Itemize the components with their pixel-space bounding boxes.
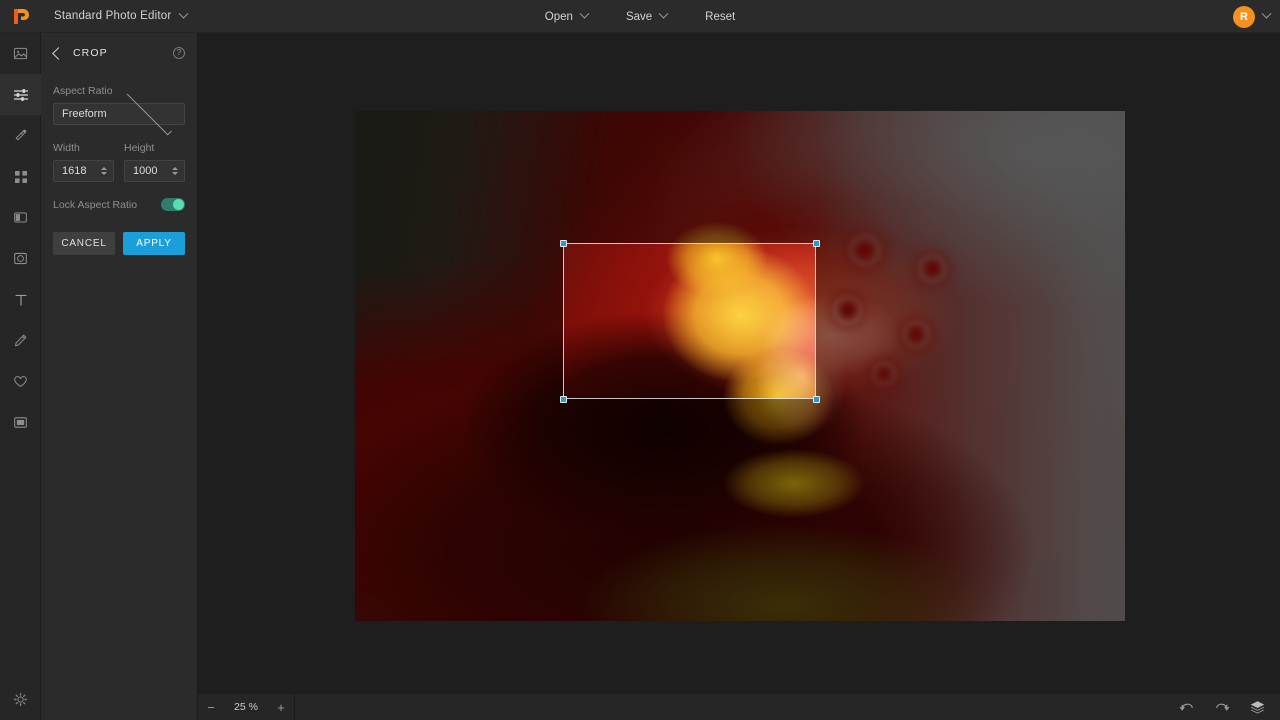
- sidebar-item-settings[interactable]: [0, 679, 41, 720]
- crop-shade-top: [355, 111, 1125, 243]
- pencil-icon: [13, 333, 28, 348]
- crop-rectangle[interactable]: [563, 243, 816, 399]
- width-stepper[interactable]: [101, 167, 107, 175]
- layers-button[interactable]: [1248, 698, 1266, 716]
- text-icon: [14, 293, 28, 307]
- app-logo[interactable]: [0, 0, 41, 33]
- sidebar-item-library[interactable]: [0, 33, 41, 74]
- zoom-out-button[interactable]: −: [198, 694, 224, 720]
- height-input[interactable]: 1000: [124, 160, 185, 182]
- sidebar-item-frame[interactable]: [0, 402, 41, 443]
- width-value: 1618: [62, 165, 101, 177]
- document-title-label: Standard Photo Editor: [54, 10, 171, 22]
- top-bar: Standard Photo Editor Open Save Reset R: [0, 0, 1280, 33]
- bottom-bar: − 25 % +: [198, 693, 1280, 720]
- photo-editor-window: Standard Photo Editor Open Save Reset R: [0, 0, 1280, 720]
- top-menu-group: Open Save Reset: [0, 0, 1280, 33]
- width-input[interactable]: 1618: [53, 160, 114, 182]
- crop-shade-left: [355, 243, 563, 399]
- sidebar-item-brush[interactable]: [0, 320, 41, 361]
- lock-aspect-ratio-row: Lock Aspect Ratio: [53, 198, 185, 211]
- page-title: CROP: [73, 47, 163, 59]
- photo-image[interactable]: [355, 111, 1125, 621]
- chevron-down-icon: [179, 8, 189, 18]
- vignette-icon: [13, 251, 28, 266]
- zoom-level-value: 25 %: [224, 701, 268, 713]
- heart-icon: [13, 374, 28, 389]
- panel-header: CROP ?: [53, 38, 185, 68]
- menu-save-label: Save: [626, 11, 652, 23]
- zoom-controls: − 25 % +: [198, 694, 295, 720]
- toggle-knob: [173, 199, 184, 210]
- cancel-button[interactable]: CANCEL: [53, 232, 115, 255]
- polarr-logo-icon: [11, 7, 30, 26]
- lock-aspect-ratio-toggle[interactable]: [161, 198, 185, 211]
- sidebar-item-adjustments[interactable]: [0, 74, 41, 115]
- chevron-down-icon: [1262, 9, 1272, 19]
- sidebar-item-split-view[interactable]: [0, 197, 41, 238]
- sidebar-item-vignette[interactable]: [0, 238, 41, 279]
- panel-actions: CANCEL APPLY: [53, 232, 185, 255]
- chevron-down-icon: [659, 9, 669, 19]
- avatar[interactable]: R: [1233, 6, 1255, 28]
- crop-handle-bottom-right[interactable]: [813, 396, 820, 403]
- gear-icon: [13, 692, 28, 707]
- redo-button[interactable]: [1213, 698, 1231, 716]
- history-controls: [1178, 698, 1280, 716]
- crop-handle-bottom-left[interactable]: [560, 396, 567, 403]
- avatar-initial: R: [1240, 11, 1248, 23]
- aspect-ratio-value: Freeform: [62, 108, 119, 120]
- tool-rail: [0, 33, 41, 720]
- menu-open[interactable]: Open: [545, 11, 588, 23]
- undo-button[interactable]: [1178, 698, 1196, 716]
- document-title-menu[interactable]: Standard Photo Editor: [54, 10, 187, 22]
- sidebar-item-text[interactable]: [0, 279, 41, 320]
- lock-aspect-ratio-label: Lock Aspect Ratio: [53, 199, 161, 211]
- menu-open-label: Open: [545, 11, 573, 23]
- height-value: 1000: [133, 165, 172, 177]
- split-view-icon: [13, 210, 28, 225]
- crop-shade-right: [816, 243, 1125, 399]
- frame-icon: [13, 415, 28, 430]
- zoom-in-button[interactable]: +: [268, 694, 294, 720]
- menu-reset[interactable]: Reset: [705, 11, 735, 23]
- undo-icon: [1179, 699, 1195, 715]
- aspect-ratio-select[interactable]: Freeform: [53, 103, 185, 125]
- adjustments-icon: [13, 87, 29, 103]
- canvas-area[interactable]: [198, 33, 1280, 693]
- menu-reset-label: Reset: [705, 11, 735, 23]
- help-icon[interactable]: ?: [173, 47, 185, 59]
- menu-save[interactable]: Save: [626, 11, 667, 23]
- sidebar-item-favorites[interactable]: [0, 361, 41, 402]
- grid-icon: [14, 170, 28, 184]
- redo-icon: [1214, 699, 1230, 715]
- account-area[interactable]: R: [1233, 0, 1270, 33]
- crop-shade-bottom: [355, 399, 1125, 621]
- aspect-ratio-label: Aspect Ratio: [53, 85, 185, 97]
- crop-panel: CROP ? Aspect Ratio Freeform Width 1618 …: [41, 33, 198, 720]
- crop-handle-top-right[interactable]: [813, 240, 820, 247]
- layers-icon: [1249, 699, 1266, 716]
- height-label: Height: [124, 142, 185, 154]
- magic-wand-icon: [13, 128, 28, 143]
- sidebar-item-magic-wand[interactable]: [0, 115, 41, 156]
- height-stepper[interactable]: [172, 167, 178, 175]
- sidebar-item-presets[interactable]: [0, 156, 41, 197]
- apply-button[interactable]: APPLY: [123, 232, 185, 255]
- back-arrow-icon[interactable]: [52, 47, 65, 60]
- width-label: Width: [53, 142, 114, 154]
- library-icon: [13, 46, 28, 61]
- rail-bottom-group: [0, 679, 41, 720]
- crop-handle-top-left[interactable]: [560, 240, 567, 247]
- chevron-down-icon: [579, 9, 589, 19]
